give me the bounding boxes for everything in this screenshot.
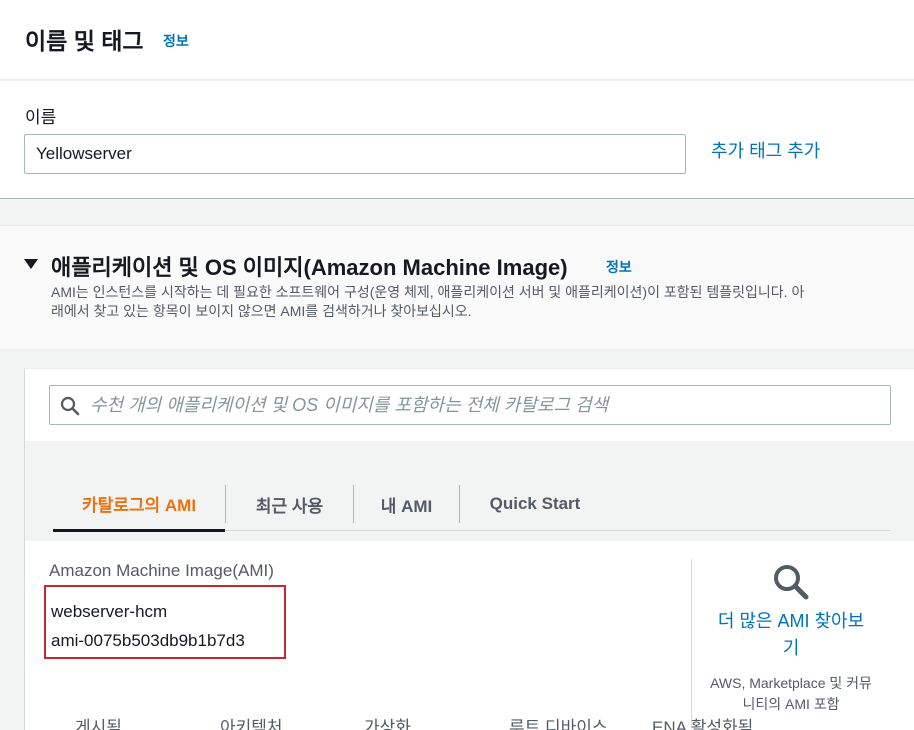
ami-field-label: Amazon Machine Image(AMI)	[49, 561, 274, 580]
add-tag-link[interactable]: 추가 태그 추가	[711, 137, 820, 163]
column-header-virtualization: 가상화	[364, 718, 411, 730]
ami-panel: 카탈로그의 AMI 최근 사용 내 AMI Quick Start Amazon…	[24, 368, 914, 730]
name-tags-info-link[interactable]: 정보	[163, 31, 189, 51]
ec2-launch-page: 이름 및 태그 정보 이름 추가 태그 추가 애플리케이션 및 OS 이미지(A…	[0, 0, 914, 730]
ami-description-line2: 래에서 찾고 있는 항목이 보이지 않으면 AMI를 검색하거나 찾아보십시오.	[51, 303, 472, 319]
ami-section-title: 애플리케이션 및 OS 이미지(Amazon Machine Image)	[51, 255, 568, 280]
tab-catalog-ami[interactable]: 카탈로그의 AMI	[53, 477, 225, 532]
ami-search-input[interactable]	[90, 386, 880, 424]
ami-search-box[interactable]	[49, 385, 891, 425]
browse-more-ami-link[interactable]: 더 많은 AMI 찾아보기	[713, 608, 869, 662]
column-header-ena-enabled: ENA 활성화됨	[652, 718, 754, 730]
ami-table-header: 게시됨 아키텍처 가상화 루트 디바이스 ENA 활성화됨	[25, 709, 753, 730]
selected-ami-card[interactable]: webserver-hcm ami-0075b503db9b1b7d3	[44, 585, 286, 659]
name-label: 이름	[25, 108, 57, 127]
tab-recent[interactable]: 최근 사용	[226, 477, 353, 531]
tabs-band: 카탈로그의 AMI 최근 사용 내 AMI Quick Start	[25, 441, 914, 541]
name-input[interactable]	[24, 134, 686, 174]
tab-my-ami[interactable]: 내 AMI	[354, 477, 459, 531]
tab-quick-start[interactable]: Quick Start	[460, 477, 610, 531]
name-tags-title: 이름 및 태그	[25, 28, 144, 54]
selected-ami-id: ami-0075b503db9b1b7d3	[51, 631, 245, 650]
ami-section-header: 애플리케이션 및 OS 이미지(Amazon Machine Image) 정보…	[0, 225, 914, 349]
vertical-divider	[691, 559, 692, 729]
name-tags-body: 이름 추가 태그 추가	[0, 81, 914, 199]
ami-description-line1: AMI는 인스턴스를 시작하는 데 필요한 소프트웨어 구성(운영 체제, 애플…	[51, 284, 805, 300]
search-icon[interactable]	[771, 562, 811, 602]
column-header-published: 게시됨	[75, 718, 122, 730]
ami-tabs: 카탈로그의 AMI 최근 사용 내 AMI Quick Start	[53, 477, 891, 532]
name-tags-header: 이름 및 태그 정보	[0, 0, 914, 80]
search-icon	[60, 396, 80, 416]
selected-ami-name: webserver-hcm	[51, 602, 168, 621]
column-header-architecture: 아키텍처	[220, 718, 283, 730]
browse-more-subtext: AWS, Marketplace 및 커뮤니티의 AMI 포함	[710, 675, 872, 712]
ami-info-link[interactable]: 정보	[606, 257, 632, 277]
collapse-caret-icon[interactable]	[24, 259, 38, 269]
ami-description: AMI는 인스턴스를 시작하는 데 필요한 소프트웨어 구성(운영 체제, 애플…	[51, 283, 914, 321]
column-header-root-device: 루트 디바이스	[509, 718, 608, 730]
